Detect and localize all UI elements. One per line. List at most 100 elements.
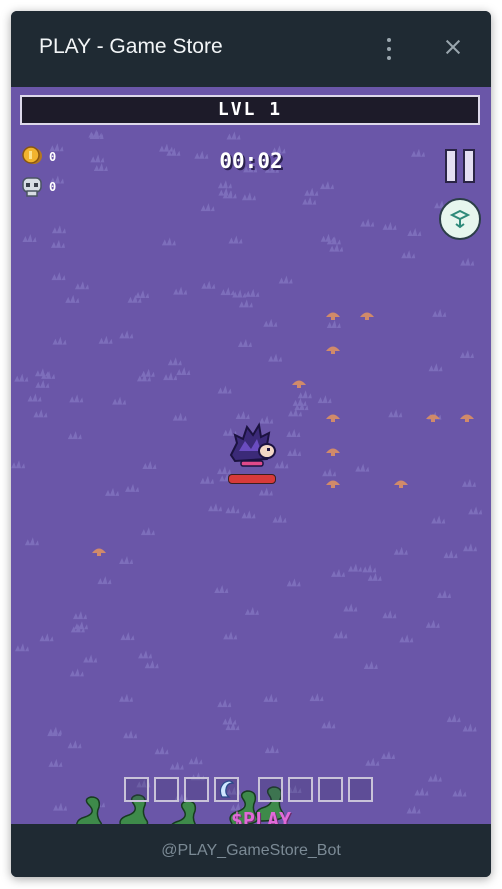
grass-tuft	[48, 758, 63, 767]
ability-icon[interactable]	[439, 198, 481, 240]
grass-tuft	[119, 556, 134, 565]
grass-tuft	[382, 610, 397, 619]
grass-tuft	[161, 237, 176, 246]
grass-tuft	[360, 218, 375, 227]
grass-tuft	[112, 396, 127, 405]
grass-tuft	[393, 546, 408, 555]
grass-tuft	[237, 339, 252, 348]
grass-tuft	[74, 281, 89, 290]
mushroom-pickup	[326, 312, 340, 320]
grass-tuft	[52, 336, 67, 345]
grass-tuft	[244, 606, 259, 615]
grass-tuft	[319, 181, 334, 190]
grass-tuft	[167, 357, 182, 366]
grass-tuft	[363, 661, 378, 670]
grass-tuft	[154, 746, 169, 755]
inventory-slot[interactable]	[154, 777, 179, 802]
grass-tuft	[140, 527, 155, 536]
grass-tuft	[223, 631, 238, 640]
grass-tuft	[355, 463, 370, 472]
grass-tuft	[27, 393, 42, 402]
weapon-icon	[219, 780, 235, 798]
grass-tuft	[208, 503, 223, 512]
grass-tuft	[317, 395, 332, 404]
grass-tuft	[425, 619, 440, 628]
mushroom-pickup	[394, 480, 408, 488]
grass-tuft	[214, 584, 229, 593]
game-canvas[interactable]: LVL 1 0 0 00:02 $PLAY	[11, 87, 491, 824]
grass-tuft	[217, 385, 232, 394]
grass-tuft	[443, 550, 458, 559]
grass-tuft	[199, 475, 214, 484]
grass-tuft	[367, 572, 382, 581]
menu-dots-icon[interactable]	[379, 35, 399, 61]
grass-tuft	[163, 372, 178, 381]
mushroom-pickup	[326, 480, 340, 488]
grass-tuft	[446, 714, 461, 723]
grass-tuft	[286, 578, 301, 587]
grass-tuft	[142, 461, 157, 470]
grass-tuft	[73, 621, 88, 630]
grass-tuft	[302, 196, 317, 205]
grass-tuft	[331, 568, 346, 577]
grass-tuft	[226, 131, 241, 140]
grass-tuft	[381, 751, 396, 760]
inventory-slot[interactable]	[184, 777, 209, 802]
inventory-slot[interactable]	[258, 777, 283, 802]
inventory-slot[interactable]	[288, 777, 313, 802]
mushroom-pickup	[326, 414, 340, 422]
inventory-slot[interactable]	[318, 777, 343, 802]
grass-tuft	[235, 410, 250, 419]
coin-icon	[22, 146, 42, 164]
grass-tuft	[173, 286, 188, 295]
mushroom-pickup	[326, 346, 340, 354]
grass-tuft	[119, 330, 134, 339]
grass-tuft	[232, 289, 247, 298]
grass-tuft	[268, 353, 283, 362]
mushroom-pickup	[426, 414, 440, 422]
grass-tuft	[432, 308, 447, 317]
bot-footer: @PLAY_GameStore_Bot	[11, 824, 491, 877]
window-title: PLAY - Game Store	[39, 35, 223, 58]
grass-tuft	[365, 757, 380, 766]
grass-tuft	[411, 148, 426, 157]
grass-tuft	[166, 147, 181, 156]
grass-tuft	[460, 257, 475, 266]
snake-enemy	[76, 796, 103, 824]
grass-tuft	[201, 280, 216, 289]
grass-tuft	[225, 505, 240, 514]
grass-tuft	[125, 483, 140, 492]
grass-tuft	[135, 289, 150, 298]
grass-tuft	[241, 192, 256, 201]
grass-tuft	[292, 397, 307, 406]
grass-tuft	[343, 603, 358, 612]
inventory-slot[interactable]	[348, 777, 373, 802]
grass-tuft	[362, 564, 377, 573]
grass-tuft	[50, 239, 65, 248]
grass-tuft	[222, 716, 237, 725]
grass-tuft	[428, 363, 443, 372]
grass-tuft	[119, 693, 134, 702]
pause-icon[interactable]	[443, 149, 479, 185]
grass-tuft	[217, 699, 232, 708]
grass-tuft	[388, 409, 403, 418]
grass-tuft	[51, 225, 66, 234]
grass-tuft	[241, 510, 256, 519]
inventory-slot[interactable]	[124, 777, 149, 802]
grass-tuft	[382, 221, 397, 230]
close-icon[interactable]	[441, 35, 465, 59]
grass-tuft	[158, 143, 173, 152]
inventory-slot[interactable]	[214, 777, 239, 802]
skull-icon	[22, 177, 42, 197]
grass-tuft	[287, 447, 302, 456]
grass-tuft	[51, 272, 66, 281]
grass-tuft	[90, 154, 105, 163]
grass-tuft	[304, 187, 319, 196]
grass-tuft	[461, 478, 476, 487]
grass-tuft	[278, 275, 293, 284]
grass-tuft	[35, 379, 50, 388]
token-brand-label: $PLAY	[230, 808, 292, 824]
grass-tuft	[83, 654, 98, 663]
grass-tuft	[11, 460, 26, 469]
grass-tuft	[105, 487, 120, 496]
